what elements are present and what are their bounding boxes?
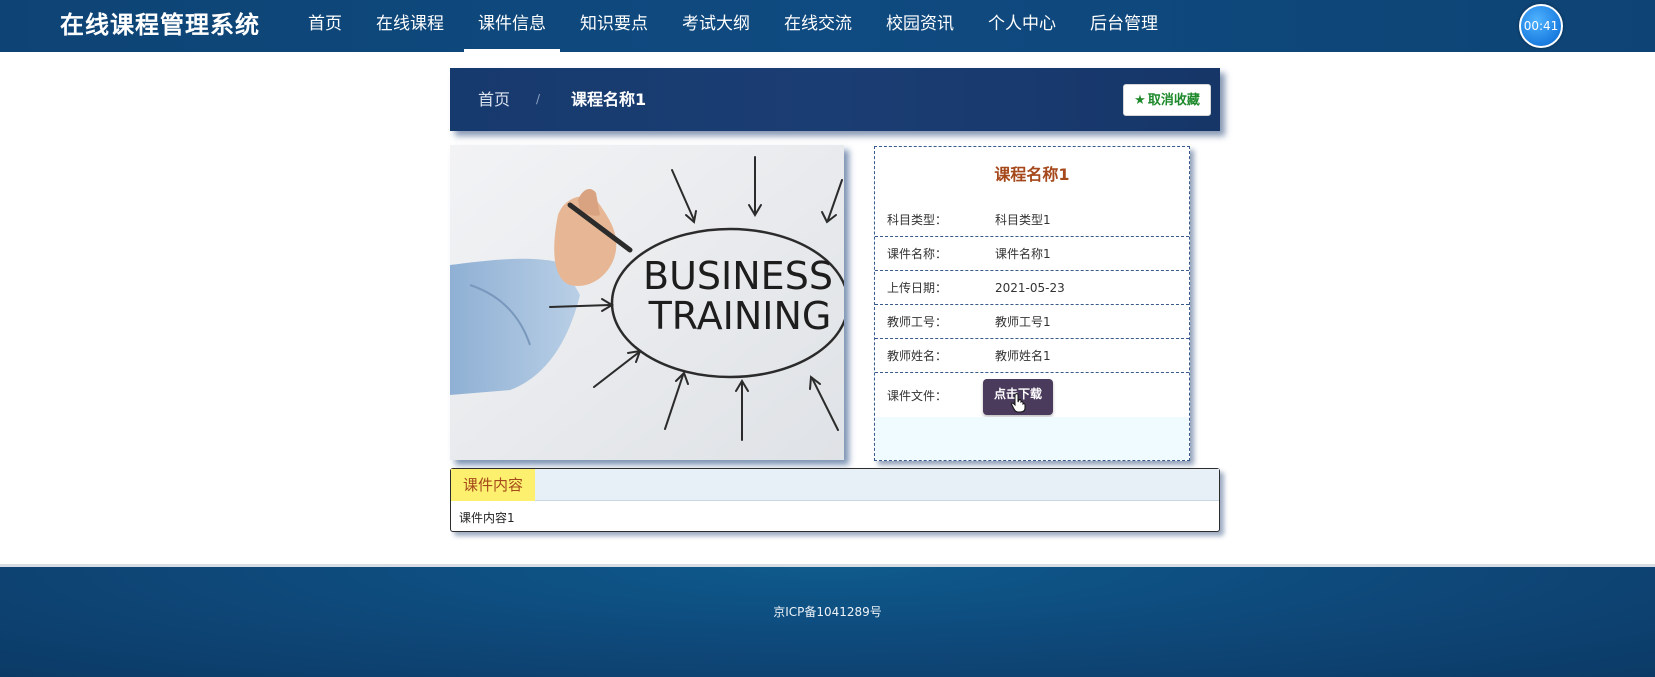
timer-badge[interactable]: 00:41 bbox=[1519, 4, 1563, 48]
course-title: 课程名称1 bbox=[994, 165, 1070, 184]
unfavorite-label: 取消收藏 bbox=[1147, 93, 1200, 108]
detail-row-teacher-id: 教师工号： 教师工号1 bbox=[875, 305, 1189, 339]
nav-item-admin[interactable]: 后台管理 bbox=[1076, 0, 1172, 52]
detail-label: 上传日期： bbox=[887, 281, 948, 295]
courseware-content-panel: 课件内容 课件内容1 bbox=[450, 468, 1220, 532]
detail-label: 科目类型： bbox=[887, 213, 948, 227]
nav-item-home[interactable]: 首页 bbox=[294, 0, 356, 52]
footer: 京ICP备1041289号 bbox=[0, 564, 1655, 677]
detail-row-courseware-name: 课件名称： 课件名称1 bbox=[875, 237, 1189, 271]
nav-item-courseware[interactable]: 课件信息 bbox=[464, 0, 560, 52]
detail-row-teacher-name: 教师姓名： 教师姓名1 bbox=[875, 339, 1189, 373]
breadcrumb-home-link[interactable]: 首页 bbox=[478, 68, 510, 131]
nav-item-exam-outline[interactable]: 考试大纲 bbox=[668, 0, 764, 52]
breadcrumb-separator: / bbox=[536, 92, 541, 106]
nav-item-personal-center[interactable]: 个人中心 bbox=[974, 0, 1070, 52]
star-icon: ★ bbox=[1134, 93, 1146, 108]
detail-row-subject-type: 科目类型： 科目类型1 bbox=[875, 203, 1189, 237]
detail-value: 教师姓名1 bbox=[995, 349, 1051, 363]
site-title: 在线课程管理系统 bbox=[60, 11, 260, 39]
detail-value: 课件名称1 bbox=[995, 247, 1051, 261]
tab-courseware-content[interactable]: 课件内容 bbox=[451, 469, 535, 501]
business-training-illustration: BUSINESS TRAINING bbox=[450, 145, 844, 460]
detail-value: 科目类型1 bbox=[995, 213, 1051, 227]
course-detail-card: 课程名称1 科目类型： 科目类型1 课件名称： 课件名称1 上传日期： 2021… bbox=[874, 146, 1190, 461]
image-text-training: TRAINING bbox=[648, 294, 832, 338]
hand-cursor-icon bbox=[1011, 393, 1026, 413]
detail-label: 课件名称： bbox=[887, 247, 948, 261]
detail-label: 教师工号： bbox=[887, 315, 948, 329]
breadcrumb-current: 课程名称1 bbox=[571, 90, 647, 109]
detail-row-courseware-file: 课件文件： 点击下载 bbox=[875, 373, 1189, 420]
detail-value: 教师工号1 bbox=[995, 315, 1051, 329]
content-body: 课件内容1 bbox=[459, 511, 515, 525]
detail-label: 课件文件： bbox=[887, 389, 948, 403]
breadcrumb: 首页 / 课程名称1 ★ 取消收藏 bbox=[450, 68, 1220, 131]
unfavorite-button[interactable]: ★ 取消收藏 bbox=[1123, 84, 1211, 116]
nav-item-campus-news[interactable]: 校园资讯 bbox=[872, 0, 968, 52]
nav-item-online-courses[interactable]: 在线课程 bbox=[362, 0, 458, 52]
nav-item-online-chat[interactable]: 在线交流 bbox=[770, 0, 866, 52]
nav-menu: 首页 在线课程 课件信息 知识要点 考试大纲 在线交流 校园资讯 个人中心 后台… bbox=[294, 0, 1178, 52]
top-navbar: 在线课程管理系统 首页 在线课程 课件信息 知识要点 考试大纲 在线交流 校园资… bbox=[0, 0, 1655, 52]
detail-card-fill bbox=[875, 417, 1189, 460]
image-text-business: BUSINESS bbox=[643, 254, 833, 298]
detail-label: 教师姓名： bbox=[887, 349, 948, 363]
content-panel-header: 课件内容 bbox=[451, 469, 1219, 501]
detail-value: 2021-05-23 bbox=[995, 281, 1065, 295]
course-image: BUSINESS TRAINING bbox=[450, 145, 844, 460]
nav-item-knowledge-points[interactable]: 知识要点 bbox=[566, 0, 662, 52]
icp-record: 京ICP备1041289号 bbox=[773, 605, 882, 619]
detail-row-upload-date: 上传日期： 2021-05-23 bbox=[875, 271, 1189, 305]
